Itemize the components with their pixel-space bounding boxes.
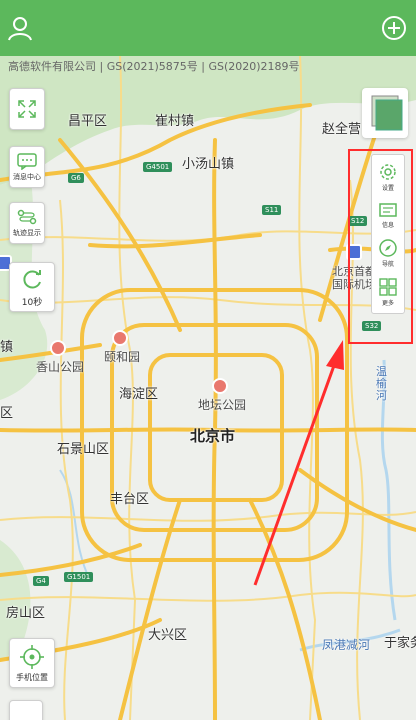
refresh-interval-label: 10秒: [21, 297, 43, 308]
road-shield-g4501: G4501: [143, 162, 173, 172]
expand-arrows-icon: [18, 100, 36, 118]
annotation-highlight-box: [348, 149, 413, 344]
add-button[interactable]: [378, 12, 410, 44]
place-xiangshan: 香山公园: [36, 360, 85, 374]
place-wenyu: 温榆河: [376, 365, 387, 402]
layer-switch-button[interactable]: [362, 88, 408, 138]
bottom-partial-button[interactable]: [9, 700, 43, 720]
refresh-icon: [23, 269, 41, 288]
phone-location-label: 手机位置: [16, 672, 48, 682]
plus-circle-icon: [382, 16, 406, 40]
place-fangshan: 房山区: [6, 606, 46, 621]
place-haidian: 海淀区: [119, 387, 159, 402]
place-fenggang: 凤港减河: [322, 638, 371, 652]
profile-button[interactable]: [4, 12, 36, 44]
place-zhaoquanying: 赵全营: [322, 122, 362, 137]
message-center-button[interactable]: 消息中心: [9, 146, 45, 188]
layers-icon: [371, 95, 403, 131]
place-ditan: 地坛公园: [198, 398, 247, 412]
road-shield-s11: S11: [262, 205, 282, 215]
place-shijingshan: 石景山区: [57, 442, 110, 457]
place-xiaotangshan: 小汤山镇: [182, 157, 235, 172]
place-qu: 区: [0, 406, 14, 421]
poi-xiangshan-marker[interactable]: [50, 340, 66, 356]
place-changping: 昌平区: [68, 114, 108, 129]
road-shield-g4: G4: [33, 576, 49, 586]
crosshair-icon: [20, 644, 44, 669]
place-beijing: 北京市: [190, 427, 236, 445]
refresh-interval-button[interactable]: 10秒: [9, 262, 55, 312]
road-shield-g1501: G1501: [64, 572, 94, 582]
poi-yiheyuan-marker[interactable]: [112, 330, 128, 346]
road-shield-g6: G6: [68, 173, 84, 183]
top-bar: [0, 0, 416, 56]
track-display-button[interactable]: 轨迹显示: [9, 202, 45, 244]
place-fengtai: 丰台区: [110, 492, 150, 507]
phone-location-button[interactable]: 手机位置: [9, 638, 55, 688]
message-icon: [17, 153, 37, 170]
poi-ditan-marker[interactable]: [212, 378, 228, 394]
place-yujia: 于家务: [384, 636, 416, 651]
track-icon: [17, 209, 37, 225]
track-display-label: 轨迹显示: [13, 229, 41, 237]
user-icon: [8, 17, 32, 41]
place-yiheyuan: 颐和园: [104, 350, 141, 364]
map-copyright: 高德软件有限公司 | GS(2021)5875号 | GS(2020)2189号: [8, 60, 300, 73]
place-daxing: 大兴区: [148, 628, 188, 643]
place-zhen: 镇: [0, 340, 14, 355]
message-center-label: 消息中心: [13, 173, 41, 181]
place-cuicun: 崔村镇: [155, 114, 195, 129]
zoom-fit-button[interactable]: [9, 88, 45, 130]
